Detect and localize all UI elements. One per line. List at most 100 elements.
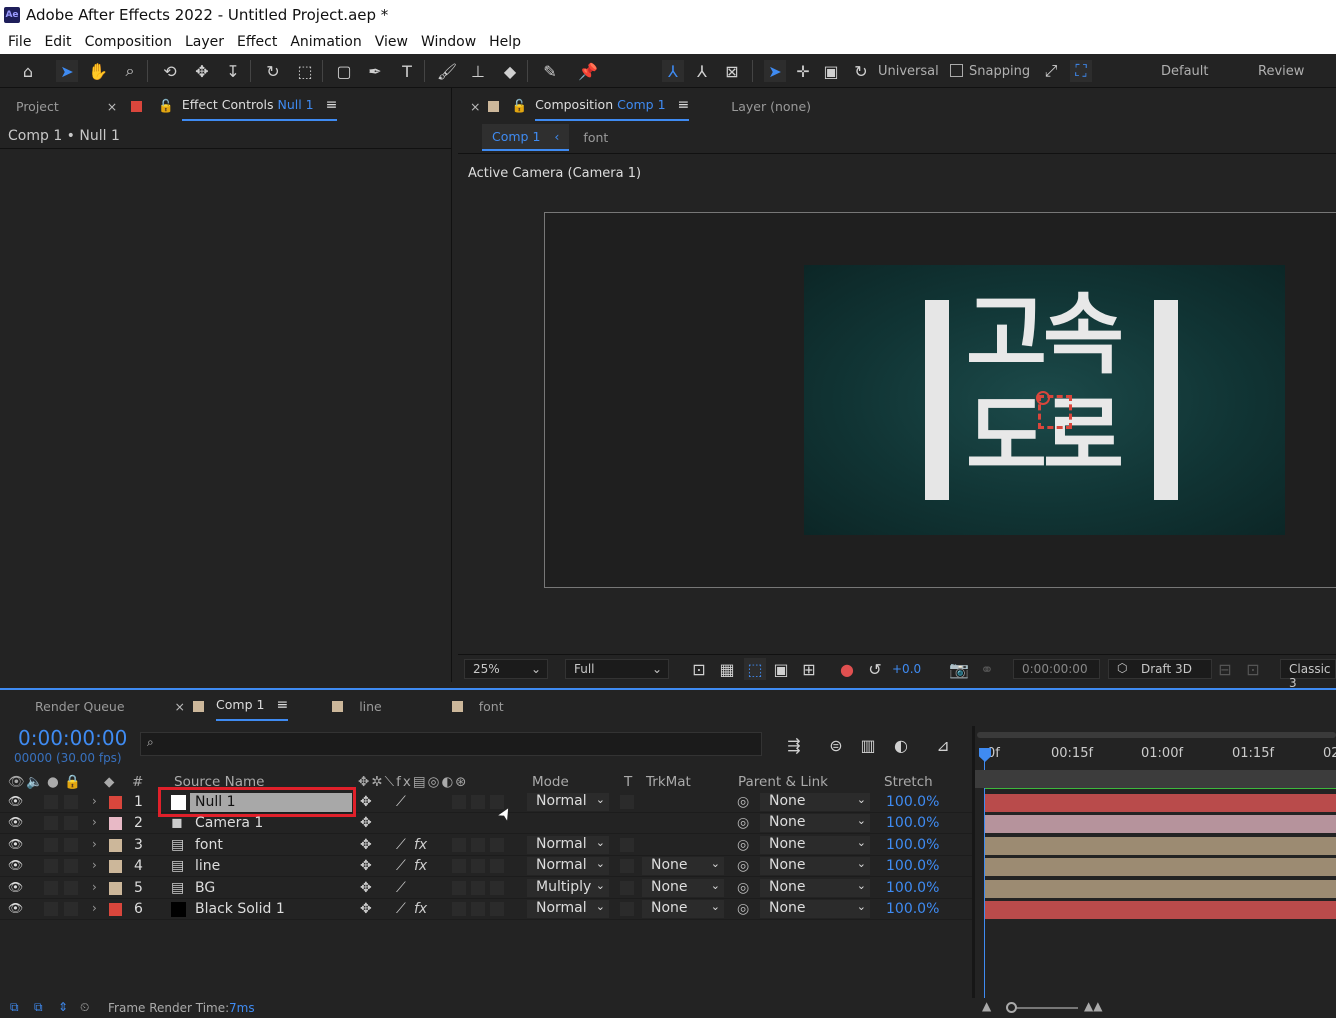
layer-duration-bar[interactable] (985, 879, 1336, 898)
label-tag-icon[interactable]: ◆ (104, 774, 114, 790)
parent-dropdown[interactable]: None ⌄ (760, 814, 870, 833)
fx-icon[interactable]: fx (414, 837, 427, 853)
parent-dropdown[interactable]: None ⌄ (760, 900, 870, 918)
pick-whip-icon[interactable]: ◎ (737, 794, 749, 810)
expand-chevron-icon[interactable]: › (92, 837, 97, 851)
trkmat-dropdown[interactable]: None ⌄ (642, 857, 724, 876)
layer-name[interactable]: Null 1 (195, 794, 235, 810)
world-axis-icon[interactable]: ⅄ (691, 60, 713, 82)
layer-label-swatch[interactable] (109, 817, 122, 831)
layer-row[interactable]: 👁 › 1 Null 1 ✥ ⟋ Normal ⌄ ◎ None ⌄ 100.0% (0, 787, 975, 817)
composition-mini-flowchart-icon[interactable]: ⇶ (783, 734, 805, 756)
snap-target-icon[interactable]: ⛶ (1070, 60, 1092, 82)
axis-mode-label[interactable]: Universal (878, 64, 939, 79)
menu-help[interactable]: Help (489, 34, 521, 50)
solo-icon[interactable]: ● (47, 774, 59, 790)
layer-name[interactable]: BG (195, 880, 215, 896)
selection-3d-icon[interactable]: ➤ (764, 60, 786, 82)
layer-row[interactable]: 👁 › 5 ▤ BG ✥ ⟋ Multiply ⌄ None ⌄ ◎ None ⌄ 100.0% (0, 878, 975, 899)
layer-name[interactable]: Camera 1 (195, 815, 263, 831)
stretch-value[interactable]: 100.0% (886, 794, 939, 810)
solo-switch[interactable] (44, 795, 58, 809)
parent-dropdown[interactable]: None ⌄ (760, 793, 870, 811)
zoom-in-icon[interactable]: ▲▲ (1084, 999, 1102, 1013)
puppet-pin-icon[interactable]: 📌 (577, 60, 599, 82)
render-time-icon[interactable]: ⏲ (80, 1000, 89, 1015)
color-channels-icon[interactable]: ● (836, 658, 858, 680)
subtab-font[interactable]: font (583, 130, 608, 145)
lock-icon[interactable]: 🔓 (511, 98, 527, 114)
close-icon[interactable]: × (175, 699, 185, 714)
expand-chevron-icon[interactable]: › (92, 901, 97, 915)
lock-switch[interactable] (64, 816, 78, 831)
shy-switch-icon[interactable]: ✥ (360, 815, 372, 831)
menu-file[interactable]: File (8, 34, 31, 50)
visibility-icon[interactable]: 👁 (8, 901, 23, 915)
solo-switch[interactable] (44, 902, 58, 916)
trkmat-dropdown[interactable]: None ⌄ (642, 878, 724, 897)
rotate-3d-icon[interactable]: ↻ (850, 60, 872, 82)
layer-duration-bar[interactable] (985, 901, 1336, 919)
lock-switch[interactable] (64, 837, 78, 852)
mode-dropdown[interactable]: Multiply ⌄ (527, 878, 609, 897)
visibility-icon[interactable]: 👁 (8, 794, 23, 808)
layer-search-input[interactable]: ⌕ (140, 732, 762, 756)
layer-label-swatch[interactable] (109, 860, 122, 874)
zoom-slider-handle[interactable] (1006, 1002, 1017, 1013)
shy-switch-icon[interactable]: ✥ (360, 880, 372, 896)
lock-switch[interactable] (64, 880, 78, 895)
workspace-review[interactable]: Review (1258, 64, 1304, 79)
frame-blend-switch[interactable] (452, 902, 466, 916)
switches-icons[interactable]: ✥✲⟍fx▤◎◐⊛ (358, 774, 468, 790)
layer-label-swatch[interactable] (109, 796, 122, 809)
motion-blur-switch[interactable] (471, 902, 485, 916)
shy-switch-icon[interactable]: ✥ (360, 794, 372, 810)
transparency-grid-icon[interactable]: ▦ (716, 658, 738, 680)
lock-icon[interactable]: 🔒 (64, 774, 81, 790)
quality-switch-icon[interactable]: ⟋ (396, 837, 406, 853)
stretch-value[interactable]: 100.0% (886, 901, 939, 917)
layer-switch-icon[interactable]: ⧉ (34, 1000, 43, 1015)
motion-blur-switch[interactable] (471, 795, 485, 809)
tab-composition[interactable]: Composition Comp 1 ≡ (535, 91, 690, 121)
lock-switch[interactable] (64, 902, 78, 916)
exposure-value[interactable]: +0.0 (892, 662, 921, 676)
resolution-dropdown[interactable]: Full ⌄ (565, 659, 669, 679)
lock-icon[interactable]: 🔓 (158, 98, 174, 114)
scale-3d-icon[interactable]: ▣ (820, 60, 842, 82)
adjustment-switch[interactable] (490, 880, 504, 895)
parent-dropdown[interactable]: None ⌄ (760, 835, 870, 854)
quality-switch-icon[interactable]: ⟋ (396, 858, 406, 874)
3d-ground-plane-icon[interactable]: ⊟ (1214, 658, 1236, 680)
clone-stamp-icon[interactable]: ⊥ (467, 60, 489, 82)
snapping-checkbox[interactable] (950, 64, 963, 77)
solo-switch[interactable] (44, 880, 58, 895)
preserve-transparency-switch[interactable] (620, 859, 634, 874)
motion-blur-switch[interactable] (471, 837, 485, 852)
solo-switch[interactable] (44, 837, 58, 852)
transfer-controls-icon[interactable]: ⇕ (58, 1000, 68, 1014)
zoom-out-icon[interactable]: ▲ (982, 999, 991, 1013)
adjustment-switch[interactable] (490, 837, 504, 852)
quality-switch-icon[interactable]: ⟋ (396, 901, 406, 917)
solo-switch[interactable] (44, 859, 58, 874)
zoom-icon[interactable]: ⌕ (119, 60, 141, 82)
3d-renderer-dropdown[interactable]: Classic 3 (1280, 659, 1336, 690)
layer-duration-bar[interactable] (985, 858, 1336, 877)
frame-blend-switch[interactable] (452, 859, 466, 874)
shy-layers-icon[interactable]: ⊜ (825, 734, 847, 756)
mode-dropdown[interactable]: Normal ⌄ (527, 857, 609, 876)
view-axis-icon[interactable]: ⊠ (721, 60, 743, 82)
pick-whip-icon[interactable]: ◎ (737, 858, 749, 874)
visibility-icon[interactable]: 👁 (8, 774, 25, 790)
shy-switch-icon[interactable]: ✥ (360, 858, 372, 874)
layer-name[interactable]: font (195, 837, 223, 853)
frame-blend-switch[interactable] (452, 795, 466, 809)
quality-switch-icon[interactable]: ⟋ (396, 794, 406, 810)
snap-options-icon[interactable]: ⤢ (1040, 60, 1062, 82)
snapping-toggle[interactable]: Snapping (950, 64, 1030, 79)
pan-camera-icon[interactable]: ✥ (191, 60, 213, 82)
layer-row[interactable]: 👁 › 2 ◼ Camera 1 ✥ ◎ None ⌄ 100.0% (0, 813, 975, 835)
adjustment-switch[interactable] (490, 902, 504, 916)
stretch-value[interactable]: 100.0% (886, 815, 939, 831)
